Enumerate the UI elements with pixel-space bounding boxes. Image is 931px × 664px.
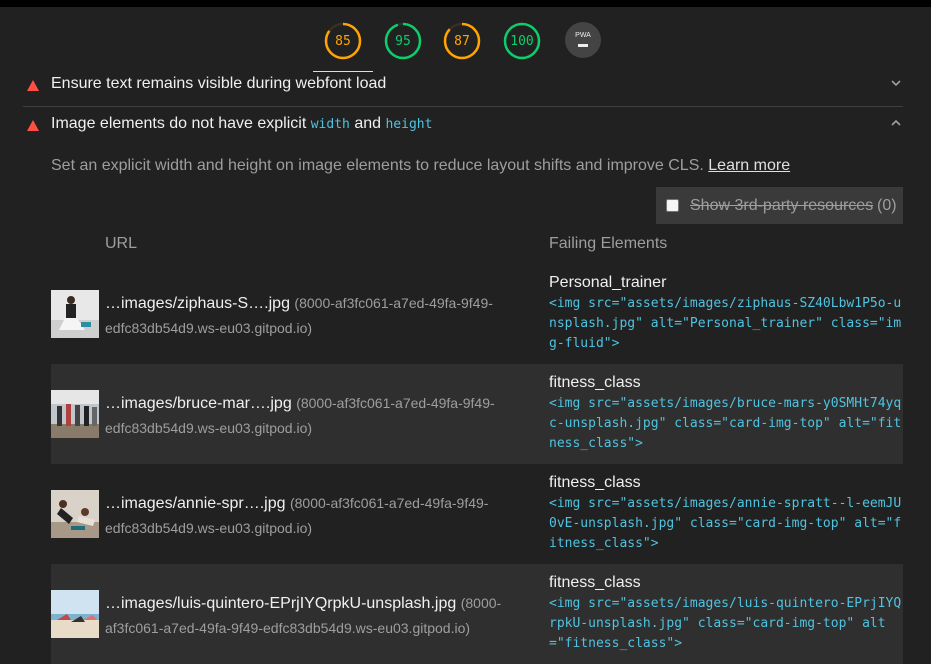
audit-title-and: and — [354, 115, 382, 132]
failing-element-cell: fitness_class <img src="assets/images/an… — [549, 472, 903, 554]
chevron-down-icon[interactable] — [889, 76, 903, 90]
failing-element-cell: fitness_class <img src="assets/images/br… — [549, 372, 903, 454]
node-snippet[interactable]: <img src="assets/images/ziphaus-SZ40Lbw1… — [549, 294, 903, 354]
node-label: fitness_class — [549, 374, 641, 391]
url-cell[interactable]: …images/bruce-mar….jpg (8000-af3fc061-a7… — [105, 391, 515, 441]
fail-triangle-icon — [27, 80, 39, 91]
image-thumbnail — [51, 390, 99, 438]
third-party-label: Show 3rd-party resources — [690, 197, 874, 214]
top-bar — [0, 0, 931, 7]
chevron-up-icon[interactable] — [889, 116, 903, 130]
column-header-failing-elements: Failing Elements — [549, 235, 668, 252]
score-value: 100 — [510, 33, 534, 49]
url-path: …images/annie-spr….jpg — [105, 495, 286, 512]
code-width: width — [310, 117, 350, 132]
table-row: …images/annie-spr….jpg (8000-af3fc061-a7… — [51, 464, 903, 564]
failing-element-cell: Personal_trainer <img src="assets/images… — [549, 272, 903, 354]
audit-image-dimensions[interactable]: Image elements do not have explicit widt… — [23, 106, 903, 146]
node-snippet[interactable]: <img src="assets/images/luis-quintero-EP… — [549, 594, 903, 654]
node-label: Personal_trainer — [549, 274, 667, 291]
score-value: 95 — [395, 33, 411, 49]
node-label: fitness_class — [549, 574, 641, 591]
score-gauge-seo[interactable]: 100 — [503, 22, 541, 60]
third-party-count: (0) — [877, 197, 897, 214]
audit-description: Set an explicit width and height on imag… — [51, 157, 790, 175]
audit-title: Ensure text remains visible during webfo… — [51, 75, 387, 92]
url-cell[interactable]: …images/ziphaus-S….jpg (8000-af3fc061-a7… — [105, 291, 515, 341]
pwa-dash-icon — [578, 43, 588, 47]
pwa-badge[interactable]: PWA — [565, 22, 601, 58]
node-label: fitness_class — [549, 474, 641, 491]
url-cell[interactable]: …images/luis-quintero-EPrjIYQrpkU-unspla… — [105, 591, 515, 641]
table-row: …images/ziphaus-S….jpg (8000-af3fc061-a7… — [51, 264, 903, 364]
image-thumbnail — [51, 490, 99, 538]
description-text: Set an explicit width and height on imag… — [51, 157, 704, 174]
audit-title-text: Image elements do not have explicit — [51, 115, 307, 132]
url-cell[interactable]: …images/annie-spr….jpg (8000-af3fc061-a7… — [105, 491, 515, 541]
third-party-checkbox[interactable] — [666, 199, 679, 212]
audit-webfont[interactable]: Ensure text remains visible during webfo… — [23, 66, 903, 107]
image-thumbnail — [51, 590, 99, 638]
score-gauge-performance[interactable]: 85 — [324, 22, 362, 60]
score-value: 85 — [335, 33, 351, 49]
node-snippet[interactable]: <img src="assets/images/bruce-mars-y0SMH… — [549, 394, 903, 454]
url-path: …images/bruce-mar….jpg — [105, 395, 292, 412]
learn-more-link[interactable]: Learn more — [708, 157, 790, 174]
url-path: …images/ziphaus-S….jpg — [105, 295, 290, 312]
column-header-url: URL — [105, 235, 138, 252]
failing-element-cell: fitness_class <img src="assets/images/lu… — [549, 572, 903, 654]
node-snippet[interactable]: <img src="assets/images/annie-spratt--l-… — [549, 494, 903, 554]
url-path: …images/luis-quintero-EPrjIYQrpkU-unspla… — [105, 595, 457, 612]
code-height: height — [385, 117, 433, 132]
score-gauge-best-practices[interactable]: 87 — [443, 22, 481, 60]
audit-title: Image elements do not have explicit widt… — [51, 115, 432, 133]
image-thumbnail — [51, 290, 99, 338]
fail-triangle-icon — [27, 120, 39, 131]
score-gauges: 85 95 87 100 PWA — [0, 7, 931, 72]
pwa-label: PWA — [575, 31, 591, 39]
score-gauge-accessibility[interactable]: 95 — [384, 22, 422, 60]
third-party-filter[interactable]: Show 3rd-party resources (0) — [656, 187, 903, 224]
table-row: …images/bruce-mar….jpg (8000-af3fc061-a7… — [51, 364, 903, 464]
table-row: …images/luis-quintero-EPrjIYQrpkU-unspla… — [51, 564, 903, 664]
score-value: 87 — [454, 33, 470, 49]
